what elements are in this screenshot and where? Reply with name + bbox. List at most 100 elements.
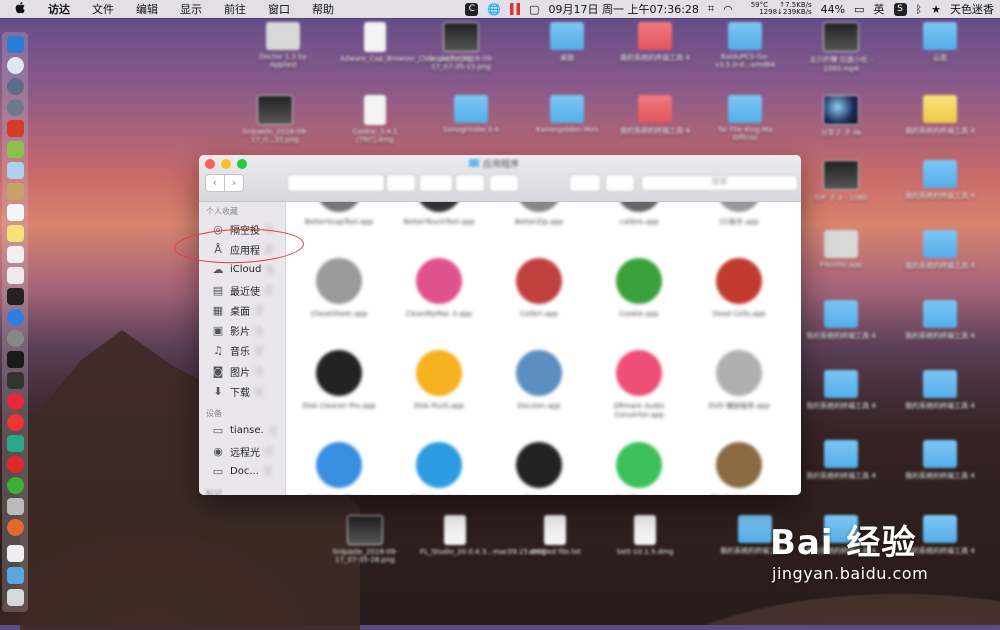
downloads-folder-icon[interactable]	[7, 567, 24, 584]
favorites-star-icon[interactable]: ★	[931, 3, 941, 16]
preview-icon[interactable]	[7, 162, 24, 179]
globe-icon[interactable]: 🌐	[487, 3, 501, 16]
arrange-button[interactable]	[569, 174, 601, 192]
input-method[interactable]: 英	[874, 1, 885, 17]
forward-button[interactable]: ›	[224, 174, 244, 192]
desktop-item[interactable]: 我的系统的终端工具 4	[620, 95, 690, 136]
android-icon[interactable]	[7, 141, 24, 158]
app-store-icon[interactable]	[7, 309, 24, 326]
user-name[interactable]: 天色迷香	[950, 1, 994, 17]
desktop-item[interactable]: 我的系统的终端工具 4	[905, 300, 975, 341]
activity-monitor-icon[interactable]	[7, 351, 24, 368]
desktop-item[interactable]: 桌面	[532, 22, 602, 63]
trash-icon[interactable]	[7, 589, 24, 606]
network-speed[interactable]: 59°C ↑7.5KB/s 1298↓239KB/s	[742, 2, 812, 16]
app-red-icon[interactable]	[7, 120, 24, 137]
monitor-icon[interactable]: ⌗	[708, 2, 714, 16]
wifi-icon[interactable]: ◠	[723, 3, 733, 16]
app-green-icon[interactable]	[7, 435, 24, 452]
sidebar-favorite-item[interactable]: ♫ 音乐	[199, 341, 285, 361]
battery-percent[interactable]: 44%	[821, 3, 845, 16]
app-item[interactable]: Dead Cells.app	[694, 258, 784, 319]
notes-icon[interactable]	[7, 225, 24, 242]
app-item[interactable]: Eon.app	[494, 442, 584, 495]
vivaldi-icon[interactable]	[7, 393, 24, 410]
app-item[interactable]: DVD 播放程序.app	[694, 350, 784, 411]
finder-icon[interactable]	[7, 36, 24, 53]
app-item[interactable]: Disk PLUS.app	[394, 350, 484, 411]
desktop-item[interactable]: 我的系统的终端工具 4	[806, 300, 876, 341]
app-item[interactable]: FaceTime.app	[594, 442, 684, 495]
menu-edit[interactable]: 编辑	[136, 1, 158, 17]
launchpad-icon[interactable]	[7, 78, 24, 95]
clock-datetime[interactable]: 09月17日 周一 上午07:36:28	[549, 1, 699, 17]
console-icon[interactable]	[7, 372, 24, 389]
desktop-item[interactable]: Pdunter.app	[806, 230, 876, 269]
desktop-item[interactable]: 分享子 子 4k	[806, 95, 876, 138]
desktop-item[interactable]: Doctor 1.3 by Applied	[248, 22, 318, 69]
close-button[interactable]	[205, 159, 215, 169]
desktop-item[interactable]: 我的系统的终端工具 4	[905, 95, 975, 136]
more-button[interactable]	[605, 174, 635, 192]
app-item[interactable]: calibre.app	[594, 202, 684, 227]
system-preferences-icon[interactable]	[7, 330, 24, 347]
desktop-item[interactable]: 我的系统的终端工具 4	[806, 440, 876, 481]
sidebar-favorite-item[interactable]: ▤ 最近使	[199, 280, 285, 300]
minimize-button[interactable]	[221, 159, 231, 169]
app-item[interactable]: CC助手.app	[694, 202, 784, 227]
app-item[interactable]: File Cabinet.app	[694, 442, 784, 495]
desktop-item[interactable]: Snipaste_2018-09-17_07-35-15.png	[426, 22, 496, 71]
app-item[interactable]: BetterZip.app	[494, 202, 584, 227]
app-item[interactable]: Cookie.app	[594, 258, 684, 319]
tags-button[interactable]	[489, 174, 519, 192]
yandex-icon[interactable]	[7, 414, 24, 431]
desktop-item[interactable]: 我的系统的终端工具 4	[905, 230, 975, 271]
desktop-item[interactable]: BaiduPCS-Go-v3.5.0-d...amd64	[710, 22, 780, 69]
battery-icon[interactable]: ▭	[854, 3, 864, 16]
zoom-button[interactable]	[237, 159, 247, 169]
wechat-icon[interactable]	[7, 477, 24, 494]
menu-help[interactable]: 帮助	[312, 1, 334, 17]
desktop-item[interactable]: Sett-10.1.5.dmg	[610, 515, 680, 556]
view-mode-segmented[interactable]	[287, 174, 385, 192]
search-field[interactable]: 搜索	[641, 175, 798, 191]
desktop-item[interactable]: 我的系统的终端工具 4	[905, 160, 975, 201]
sidebar-favorite-item[interactable]: ▣ 影片	[199, 320, 285, 340]
sidebar-device-item[interactable]: ▭ tianse.	[199, 421, 285, 441]
desktop-item[interactable]: FL_Studio_20.0.4.3...mac09.15.dmg	[420, 515, 546, 556]
desktop-item[interactable]: Adware_Cap_Browser_Clea...A17.dmg	[340, 22, 472, 63]
desktop-item[interactable]: Sonogrinder.3.4	[436, 95, 506, 134]
s-app-icon[interactable]: S	[893, 2, 907, 16]
terminal-icon[interactable]	[7, 288, 24, 305]
sidebar-favorite-item[interactable]: ⬇ 下载	[199, 381, 285, 401]
pause-icon[interactable]	[510, 3, 521, 15]
app-item[interactable]: Easy New File.app	[294, 442, 384, 495]
desktop-item[interactable]: Snipaste_2018-09-17_0...35.png	[240, 95, 310, 144]
app-item[interactable]: CleanMyMac 3.app	[394, 258, 484, 319]
desktop-item[interactable]: 我的系统的终端工具 4	[806, 370, 876, 411]
desktop-item[interactable]: 我的系统的终端工具 4	[620, 22, 690, 63]
menu-file[interactable]: 文件	[92, 1, 114, 17]
ubuntu-icon[interactable]	[7, 519, 24, 536]
app-item[interactable]: Disk Cleaner Pro.app	[294, 350, 384, 411]
app-item[interactable]: EdgeView 3.app	[394, 442, 484, 495]
share-button[interactable]	[455, 174, 485, 192]
sidebar-device-item[interactable]: ◉ 远程光	[199, 441, 285, 461]
app-gray-icon[interactable]	[7, 498, 24, 515]
menu-window[interactable]: 窗口	[268, 1, 290, 17]
menu-go[interactable]: 前往	[224, 1, 246, 17]
safari-icon[interactable]	[7, 57, 24, 74]
sidebar-device-item[interactable]: ▭ Doc...	[199, 461, 285, 481]
copyright-c-icon[interactable]: C	[465, 2, 479, 16]
menu-view[interactable]: 显示	[180, 1, 202, 17]
app-item[interactable]: BetterTouchTool.app	[394, 202, 484, 227]
desktop-item[interactable]: 我的系统的终端工具 4	[905, 440, 975, 481]
desktop-item[interactable]: untitled file.txt	[520, 515, 590, 556]
app-item[interactable]: CheatSheet.app	[294, 258, 384, 319]
reminders-icon[interactable]	[7, 246, 24, 263]
app-item[interactable]: Colibri.app	[494, 258, 584, 319]
group-button[interactable]	[386, 174, 416, 192]
desktop-item[interactable]: 五只柠檬 拉面小吃 - 1080.mp4	[806, 22, 876, 73]
app-name-menu[interactable]: 访达	[48, 1, 70, 17]
action-gear-button[interactable]	[419, 174, 453, 192]
